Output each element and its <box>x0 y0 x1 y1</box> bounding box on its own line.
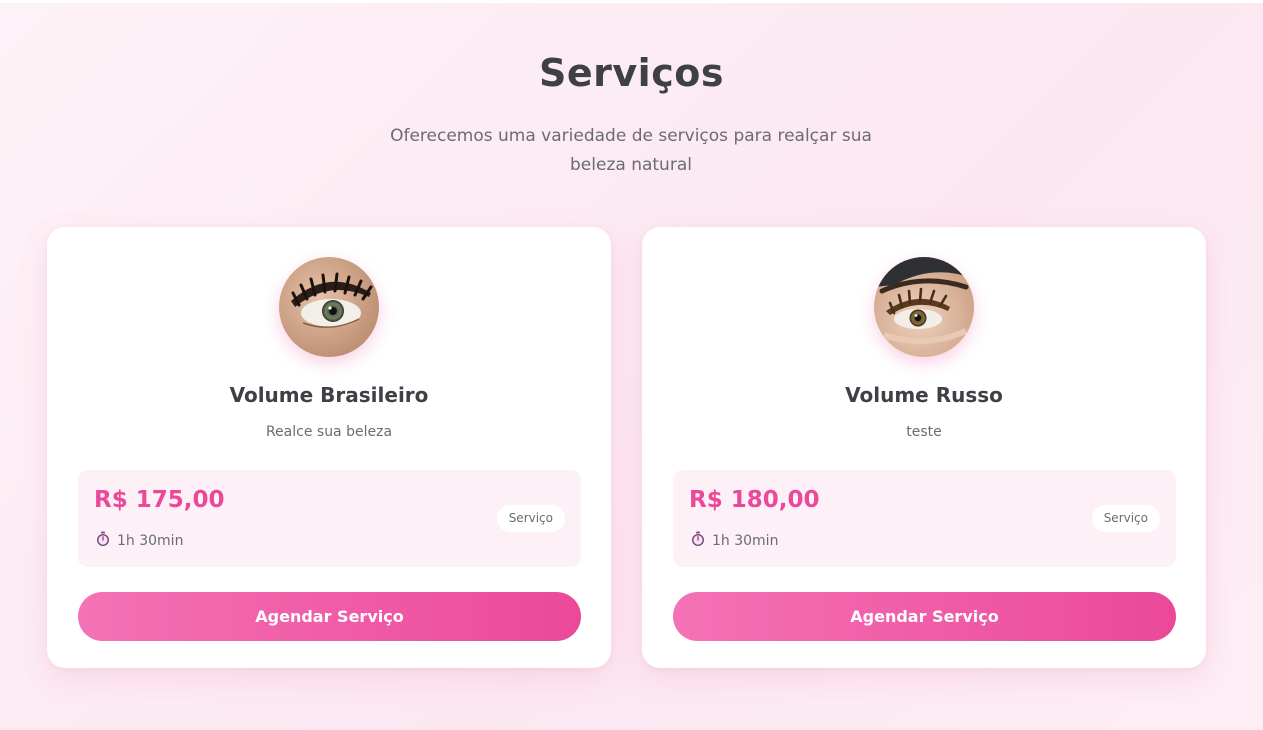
service-image <box>279 257 379 357</box>
service-name: Volume Russo <box>845 383 1003 407</box>
service-type-badge: Serviço <box>1091 505 1160 532</box>
service-details: R$ 180,00 1h 30min Serviço <box>673 470 1176 567</box>
service-type-badge: Serviço <box>496 505 565 532</box>
service-name: Volume Brasileiro <box>229 383 429 407</box>
service-description: teste <box>906 424 942 440</box>
section-title: Serviços <box>539 51 724 95</box>
service-price: R$ 180,00 <box>689 487 820 513</box>
service-card-volume-russo: Volume Russo teste R$ 180,00 1h 30min Se… <box>642 227 1206 668</box>
services-section: Serviços Oferecemos uma variedade de ser… <box>0 3 1263 730</box>
book-service-button[interactable]: Agendar Serviço <box>78 592 581 641</box>
service-duration: 1h 30min <box>96 531 183 550</box>
service-price: R$ 175,00 <box>94 487 225 513</box>
book-service-button[interactable]: Agendar Serviço <box>673 592 1176 641</box>
service-details: R$ 175,00 1h 30min Serviço <box>78 470 581 567</box>
stopwatch-icon <box>691 531 705 550</box>
stopwatch-icon <box>96 531 110 550</box>
duration-label: 1h 30min <box>712 532 779 549</box>
duration-label: 1h 30min <box>117 532 184 549</box>
service-image <box>874 257 974 357</box>
section-subtitle: Oferecemos uma variedade de serviços par… <box>390 126 872 175</box>
service-description: Realce sua beleza <box>265 424 393 440</box>
service-duration: 1h 30min <box>691 531 778 550</box>
service-card-volume-brasileiro: Volume Brasileiro Realce sua beleza R$ 1… <box>47 227 611 668</box>
